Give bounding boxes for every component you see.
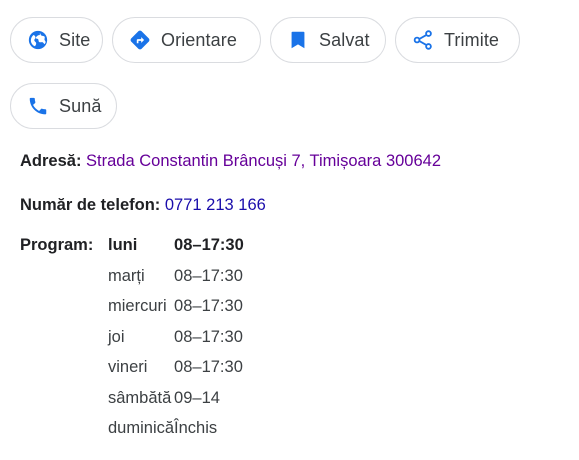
action-chips-row-2: Sună (10, 83, 117, 129)
day-name: marți (108, 266, 145, 285)
site-button[interactable]: Site (10, 17, 103, 63)
day-hours: 08–17:30 (174, 358, 243, 376)
day-name: luni (108, 236, 138, 254)
share-button-label: Trimite (444, 29, 500, 50)
hours-row-friday: vineri 08–17:30 (108, 358, 244, 389)
directions-button[interactable]: Orientare (112, 17, 261, 63)
day-hours: 08–17:30 (174, 266, 243, 285)
address-link[interactable]: Strada Constantin Brâncuși 7, Timișoara … (86, 152, 441, 170)
address-line: Adresă: Strada Constantin Brâncuși 7, Ti… (20, 152, 441, 171)
day-name: duminică (108, 419, 175, 437)
hours-row-saturday: sâmbătă 09–14 (108, 389, 244, 420)
action-chips-row-1: Site Orientare Salvat Trimite (10, 17, 520, 63)
day-name: joi (108, 327, 125, 346)
share-button[interactable]: Trimite (395, 17, 520, 63)
bookmark-icon (287, 29, 309, 51)
day-name: miercuri (108, 297, 167, 315)
phone-icon (27, 95, 49, 117)
day-name: sâmbătă (108, 388, 172, 407)
globe-icon (27, 29, 49, 51)
hours-row-thursday: joi 08–17:30 (108, 328, 244, 359)
call-button[interactable]: Sună (10, 83, 117, 129)
day-hours: 08–17:30 (174, 236, 244, 254)
day-hours: Închis (174, 419, 218, 437)
hours-row-monday: luni 08–17:30 (108, 236, 244, 267)
address-label: Adresă: (20, 152, 82, 170)
phone-line: Număr de telefon: 0771 213 166 (20, 196, 266, 215)
day-hours: 09–14 (174, 388, 220, 407)
call-button-label: Sună (59, 95, 102, 116)
hours-table: luni 08–17:30 marți 08–17:30 miercuri 08… (108, 236, 244, 450)
phone-label: Număr de telefon: (20, 196, 161, 214)
site-button-label: Site (59, 29, 91, 50)
hours-row-wednesday: miercuri 08–17:30 (108, 297, 244, 328)
day-hours: 08–17:30 (174, 327, 243, 346)
save-button[interactable]: Salvat (270, 17, 386, 63)
hours-label: Program: (20, 236, 94, 254)
hours-row-tuesday: marți 08–17:30 (108, 267, 244, 298)
share-icon (412, 29, 434, 51)
directions-icon (129, 29, 151, 51)
directions-button-label: Orientare (161, 29, 237, 50)
phone-link[interactable]: 0771 213 166 (165, 196, 266, 214)
day-name: vineri (108, 358, 148, 376)
day-hours: 08–17:30 (174, 297, 243, 315)
hours-row-sunday: duminică Închis (108, 419, 244, 450)
save-button-label: Salvat (319, 29, 370, 50)
